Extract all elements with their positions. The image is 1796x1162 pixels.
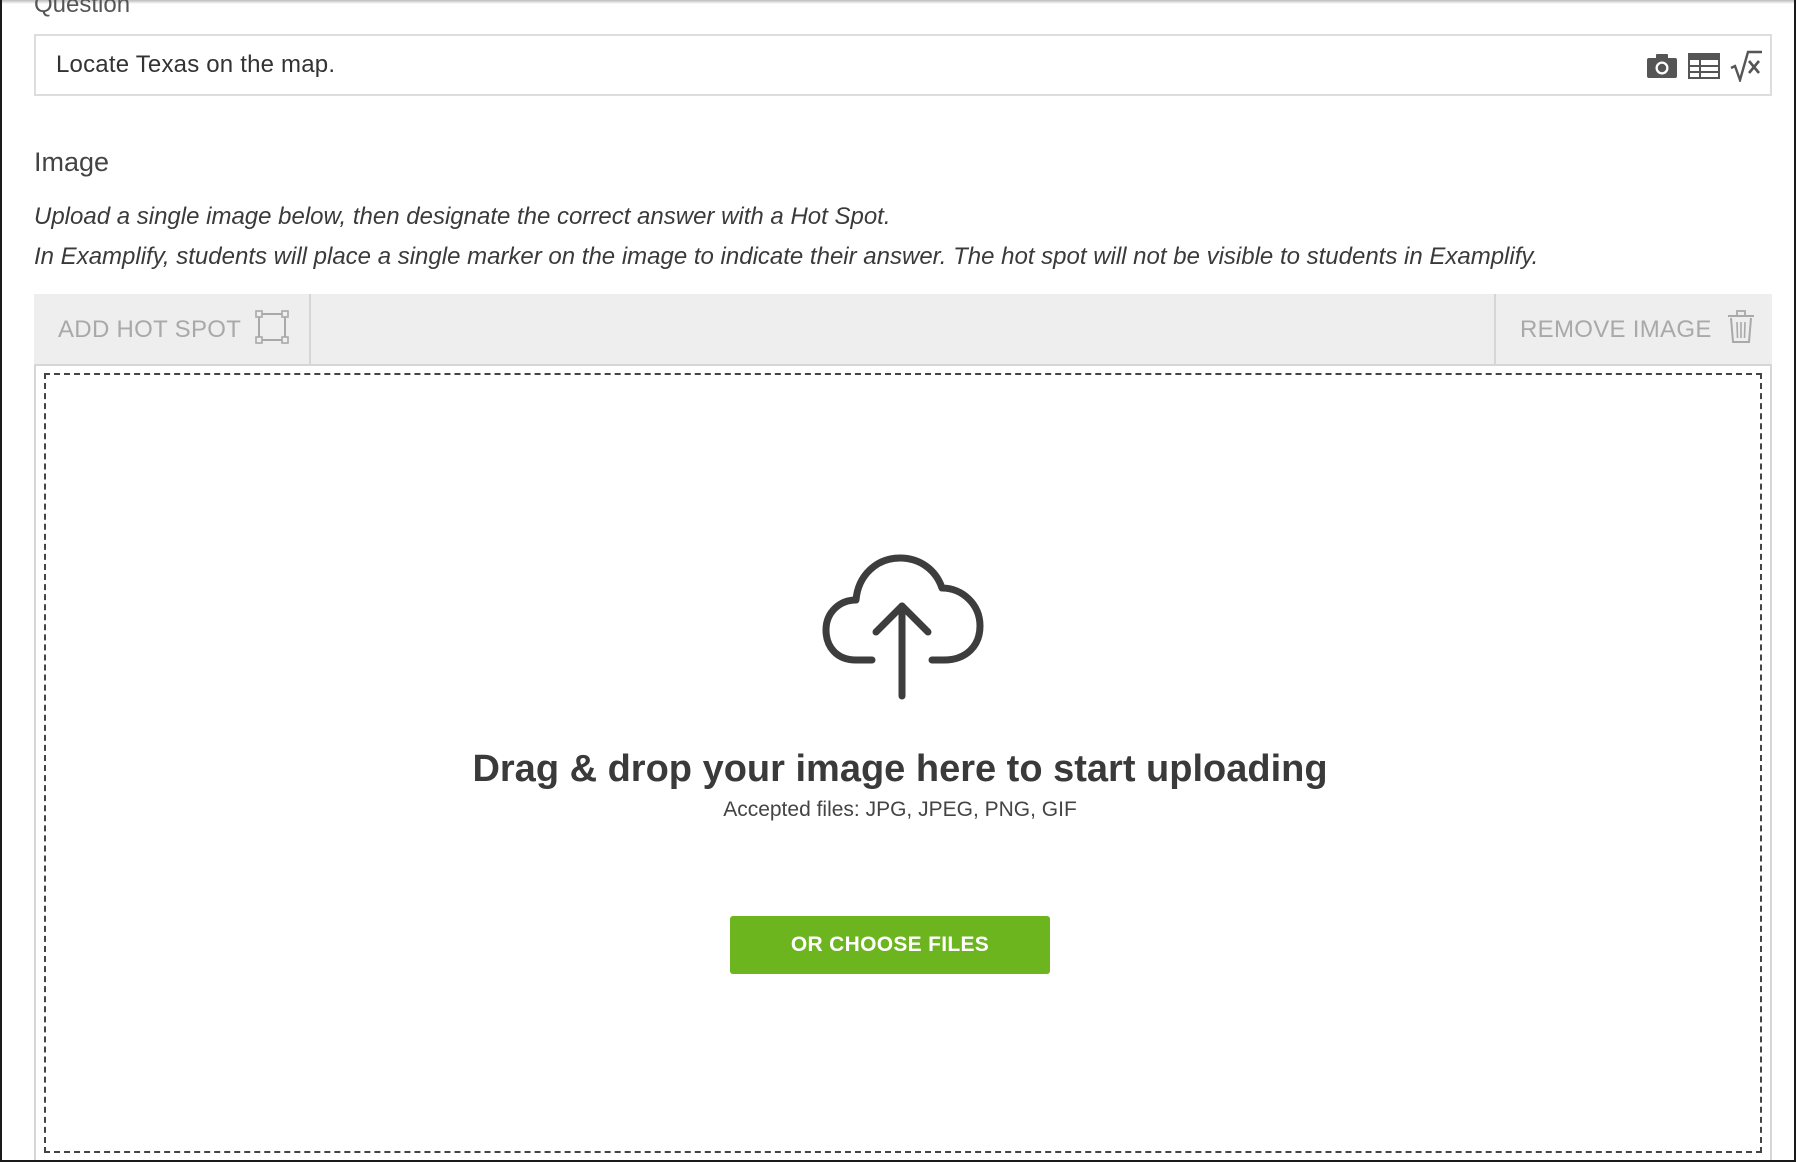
dropzone-title: Drag & drop your image here to start upl… (472, 748, 1328, 790)
remove-image-label: REMOVE IMAGE (1520, 316, 1712, 343)
question-text[interactable]: Locate Texas on the map. (56, 51, 335, 79)
question-label: Question (34, 0, 131, 18)
image-toolbar: ADD HOT SPOT REMOVE IMAGE (34, 294, 1772, 366)
question-input[interactable]: Locate Texas on the map. (34, 34, 1772, 96)
question-tools (1644, 48, 1764, 84)
add-hot-spot-label: ADD HOT SPOT (58, 316, 242, 343)
add-hot-spot-button[interactable]: ADD HOT SPOT (34, 294, 311, 366)
trash-icon (1726, 309, 1756, 351)
table-icon[interactable] (1686, 49, 1722, 83)
editor-frame: Question Locate Texas on the map. Image … (0, 0, 1796, 1162)
top-shadow (2, 0, 1794, 4)
square-root-icon[interactable] (1728, 49, 1764, 83)
instruction-upload: Upload a single image below, then design… (34, 203, 891, 230)
camera-icon[interactable] (1644, 49, 1680, 83)
instruction-examplify: In Examplify, students will place a sing… (34, 243, 1539, 270)
choose-files-button[interactable]: OR CHOOSE FILES (730, 916, 1050, 974)
cloud-upload-icon (820, 548, 986, 702)
hot-spot-square-icon (255, 309, 289, 351)
accepted-files-text: Accepted files: JPG, JPEG, PNG, GIF (723, 798, 1077, 821)
remove-image-button[interactable]: REMOVE IMAGE (1494, 294, 1772, 366)
image-section-label: Image (34, 147, 110, 177)
